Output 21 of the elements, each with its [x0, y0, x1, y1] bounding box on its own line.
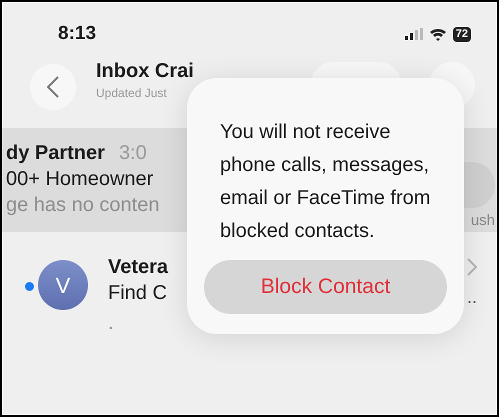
- message-subject: 00+ Homeowner: [6, 167, 154, 192]
- message-time: 3:0: [118, 141, 147, 166]
- message-preview: ge has no conten: [6, 193, 160, 218]
- inbox-title: Inbox Crai: [96, 59, 194, 84]
- avatar: V: [38, 260, 88, 310]
- status-time: 8:13: [58, 22, 96, 46]
- battery-level: 72: [452, 26, 471, 42]
- sender-name: dy Partner: [6, 141, 105, 166]
- block-contact-button[interactable]: Block Contact: [204, 260, 447, 314]
- action-label: ush: [470, 210, 495, 230]
- wifi-icon: [428, 28, 447, 40]
- back-icon: [47, 76, 59, 98]
- more-text: ..: [466, 286, 477, 309]
- chevron-right-icon: [467, 258, 477, 276]
- message-subject: Find C: [108, 281, 168, 306]
- sender-name: Vetera: [108, 255, 168, 280]
- alert-message: You will not receive phone calls, messages, email or FaceTime from blocked contacts.: [219, 120, 432, 244]
- signal-icon: [404, 28, 423, 40]
- message-preview: .: [108, 311, 115, 336]
- updated-text: Updated Just: [96, 85, 168, 102]
- back-button[interactable]: [30, 64, 76, 110]
